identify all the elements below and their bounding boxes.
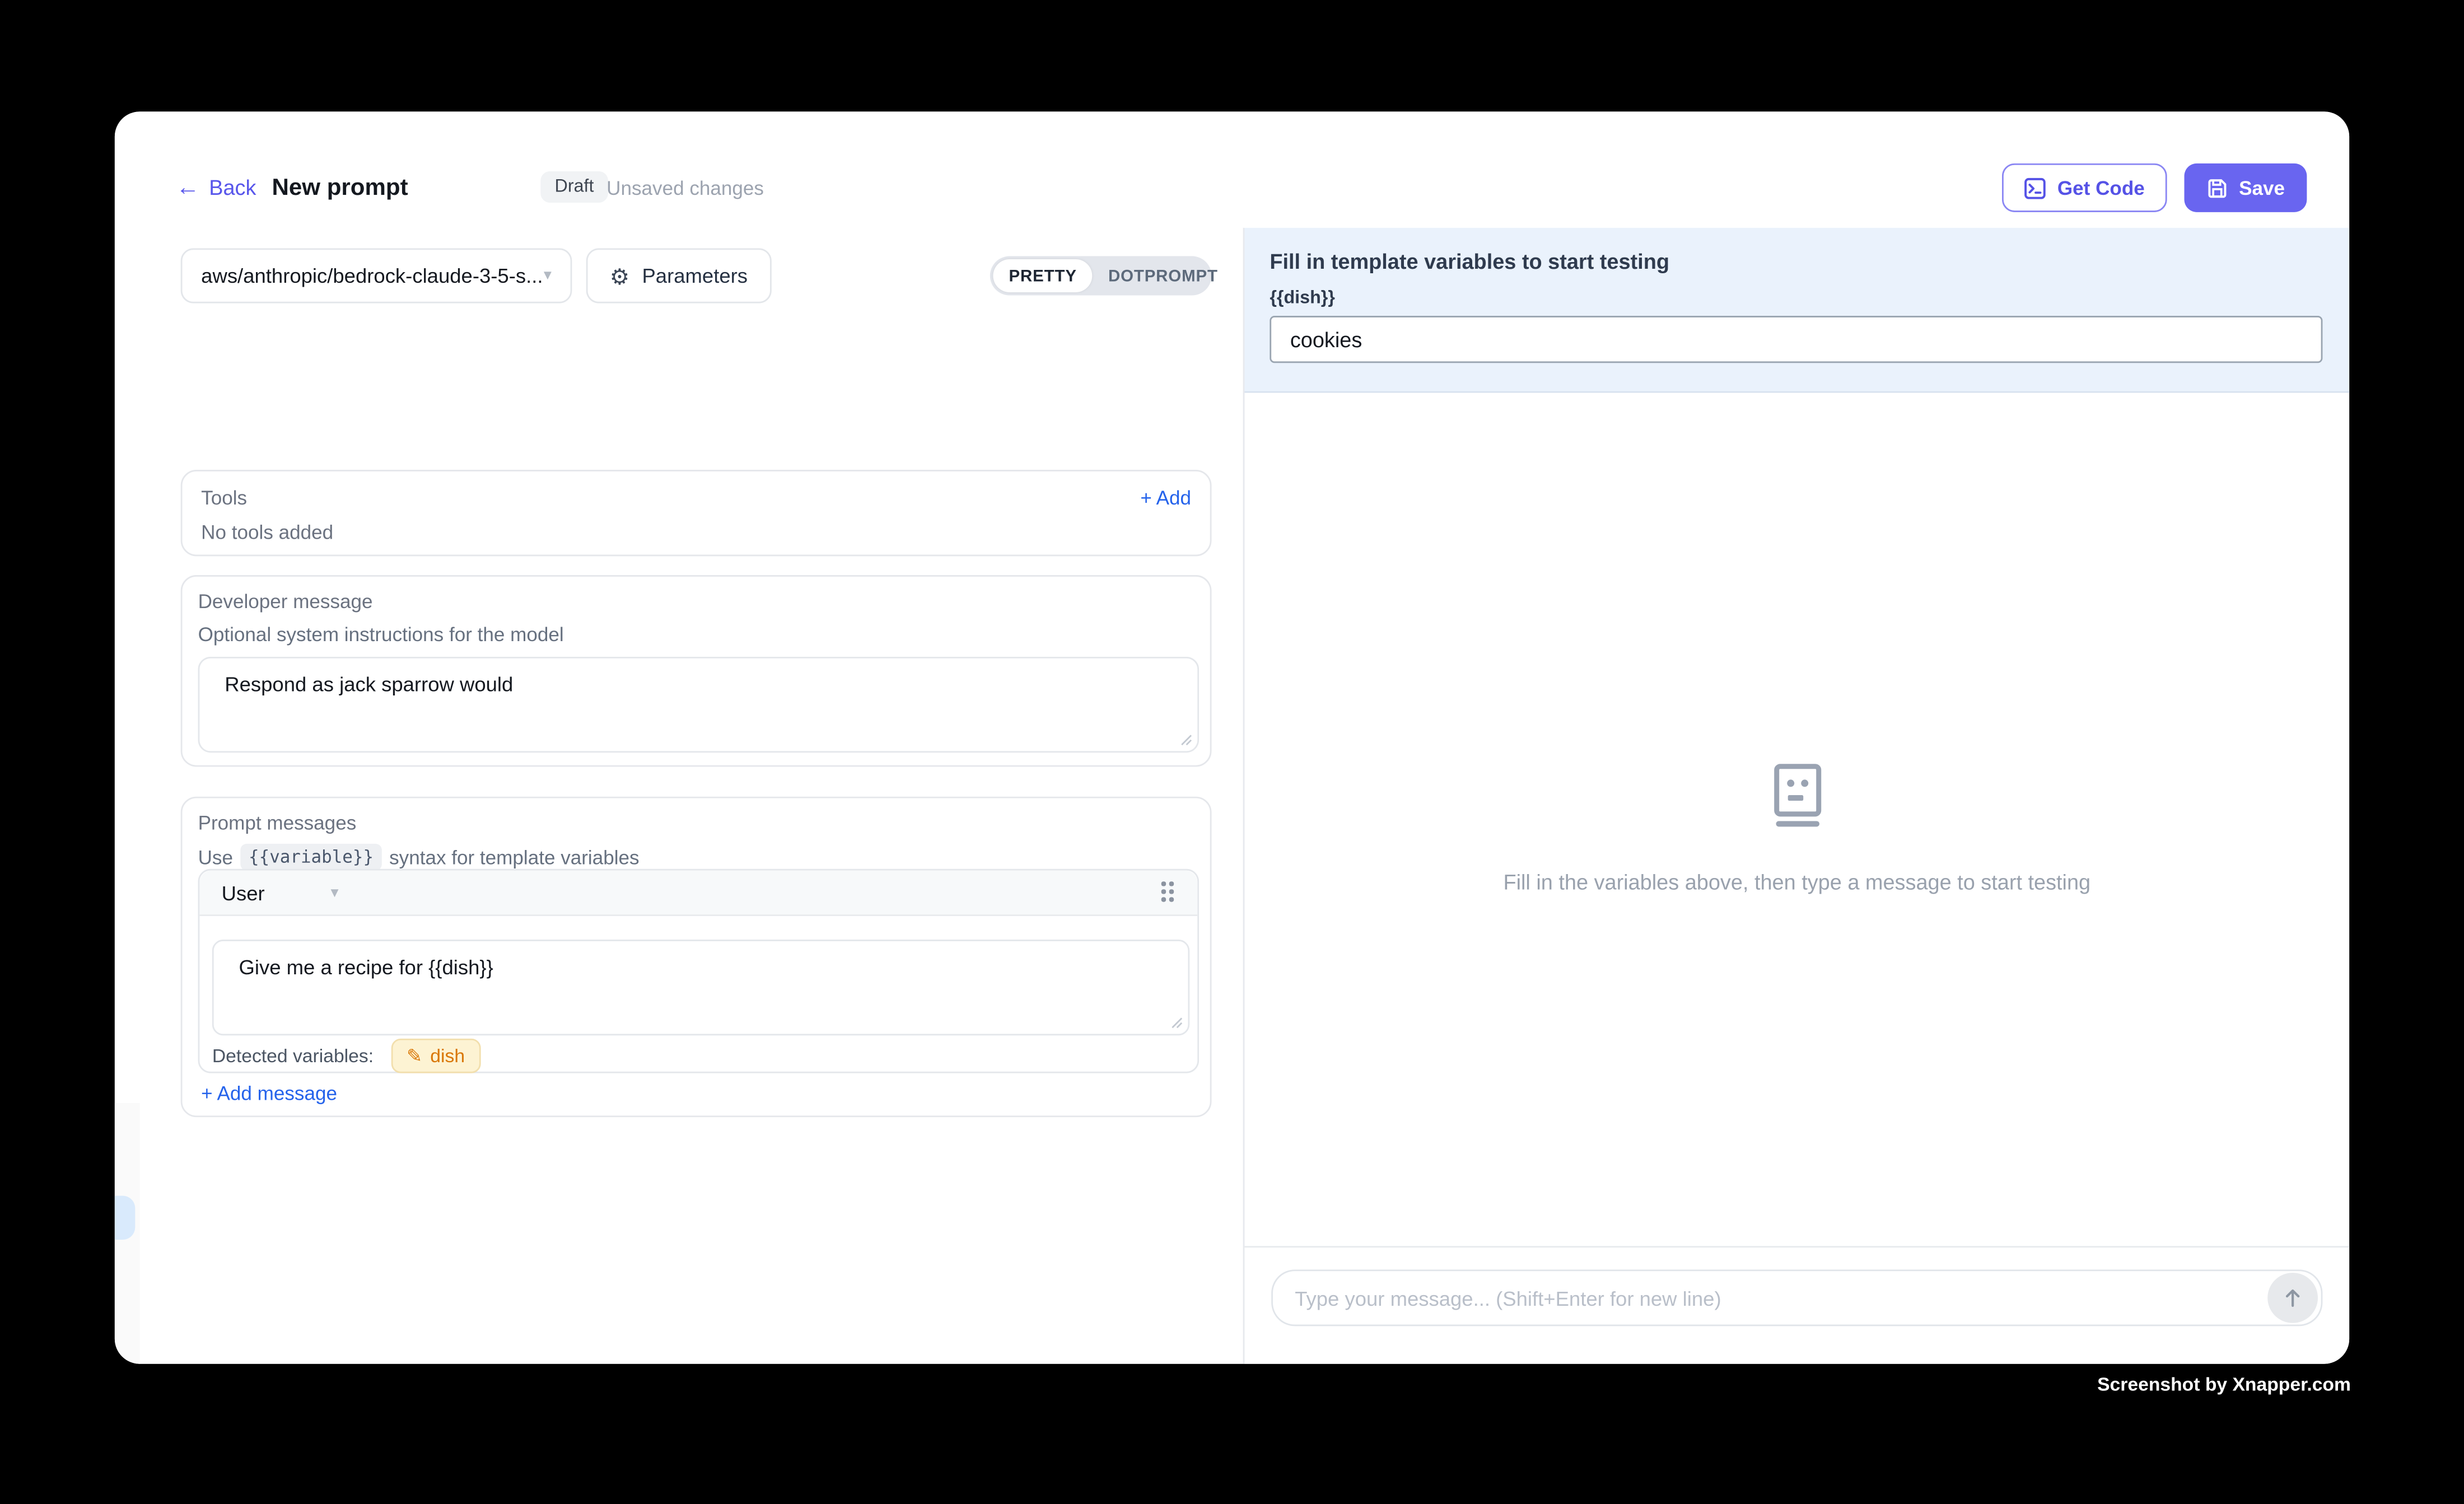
detected-variables-label: Detected variables: (212, 1045, 374, 1067)
model-selector-value: aws/anthropic/bedrock-claude-3-5-s... (201, 264, 544, 287)
prompt-tester-pane: Fill in template variables to start test… (1243, 228, 2350, 1364)
toggle-option-pretty[interactable]: PRETTY (993, 259, 1092, 292)
back-button[interactable]: ← Back (176, 176, 256, 199)
status-badge: Draft (540, 171, 608, 203)
chat-message-input[interactable] (1273, 1286, 2267, 1310)
back-label: Back (209, 176, 256, 199)
role-chevron-down-icon: ▾ (331, 884, 339, 901)
view-mode-toggle: PRETTY DOTPROMPT (990, 256, 1212, 295)
prompt-messages-subtitle: Use {{variable}} syntax for template var… (198, 844, 1194, 871)
chevron-down-icon: ▾ (544, 267, 552, 284)
app-window: ← Back New prompt Draft Unsaved changes … (115, 111, 2349, 1363)
gear-icon: ⚙ (610, 265, 629, 287)
toggle-option-dotprompt[interactable]: DOTPROMPT (1093, 259, 1234, 292)
developer-message-title: Developer message (198, 590, 1194, 612)
screenshot-stage: ← Back New prompt Draft Unsaved changes … (0, 0, 2464, 1504)
watermark-text: Screenshot by Xnapper.com (2097, 1374, 2351, 1395)
save-label: Save (2239, 177, 2285, 199)
header-actions: Get Code Save (2003, 164, 2307, 212)
variable-badge-label: dish (430, 1045, 465, 1067)
add-tool-button[interactable]: + Add (1140, 486, 1191, 508)
prompt-messages-title: Prompt messages (198, 812, 1194, 834)
developer-message-field-wrap: Respond as jack sparrow would (198, 656, 1199, 752)
resize-handle-icon[interactable] (1171, 1017, 1183, 1029)
subtitle-prefix: Use (198, 846, 233, 868)
resize-handle-icon[interactable] (1180, 733, 1192, 745)
role-select[interactable]: User (222, 881, 265, 904)
page-title: New prompt (272, 174, 408, 201)
top-header: ← Back New prompt Draft Unsaved changes … (115, 111, 2349, 228)
prompt-editor-pane: aws/anthropic/bedrock-claude-3-5-s... ▾ … (115, 228, 1243, 1364)
developer-message-textarea[interactable]: Respond as jack sparrow would (199, 657, 1197, 750)
developer-message-card: Developer message Optional system instru… (181, 574, 1212, 766)
prompt-messages-card: Prompt messages Use {{variable}} syntax … (181, 797, 1212, 1117)
variable-badge-dish[interactable]: ✎ dish (391, 1039, 480, 1073)
template-variables-panel: Fill in template variables to start test… (1244, 228, 2349, 393)
variable-dish-input[interactable] (1270, 316, 2322, 363)
developer-message-subtitle: Optional system instructions for the mod… (198, 623, 1194, 645)
variable-dish-label: {{dish}} (1270, 289, 2322, 308)
detected-variables-row: Detected variables: ✎ dish (212, 1039, 480, 1073)
chat-input-container (1271, 1269, 2322, 1326)
subtitle-suffix: syntax for template variables (389, 846, 639, 868)
back-arrow-icon: ← (176, 176, 199, 199)
send-message-button[interactable] (2267, 1273, 2318, 1323)
robot-face-icon (1768, 764, 1825, 828)
model-selector[interactable]: aws/anthropic/bedrock-claude-3-5-s... ▾ (181, 248, 572, 303)
parameters-label: Parameters (642, 264, 748, 287)
message-block: User ▾ Give me a recipe for {{dish}} Det… (198, 869, 1199, 1073)
add-message-button[interactable]: + Add message (201, 1082, 337, 1104)
code-terminal-icon (2024, 177, 2046, 199)
save-floppy-icon (2206, 177, 2228, 199)
chat-input-bar (1244, 1246, 2349, 1363)
get-code-button[interactable]: Get Code (2003, 164, 2167, 212)
drag-handle[interactable] (1161, 881, 1175, 903)
message-content-wrap: Give me a recipe for {{dish}} (212, 940, 1189, 1035)
message-role-row: User ▾ (199, 871, 1197, 916)
variable-syntax-chip: {{variable}} (241, 844, 381, 871)
variables-panel-title: Fill in template variables to start test… (1270, 250, 2322, 273)
clipped-highlight-fragment (115, 1195, 135, 1240)
parameters-button[interactable]: ⚙ Parameters (586, 248, 771, 303)
chat-empty-state: Fill in the variables above, then type a… (1244, 764, 2349, 894)
get-code-label: Get Code (2057, 177, 2145, 199)
tools-title: Tools (201, 486, 247, 508)
message-content-textarea[interactable]: Give me a recipe for {{dish}} (214, 941, 1188, 1034)
chat-empty-state-text: Fill in the variables above, then type a… (1244, 871, 2349, 894)
tools-card: Tools + Add No tools added (181, 469, 1212, 555)
save-button[interactable]: Save (2184, 164, 2307, 212)
arrow-up-icon (2281, 1287, 2303, 1309)
tools-empty-text: No tools added (201, 521, 1191, 543)
unsaved-changes-text: Unsaved changes (606, 178, 764, 199)
pencil-icon: ✎ (407, 1045, 422, 1067)
